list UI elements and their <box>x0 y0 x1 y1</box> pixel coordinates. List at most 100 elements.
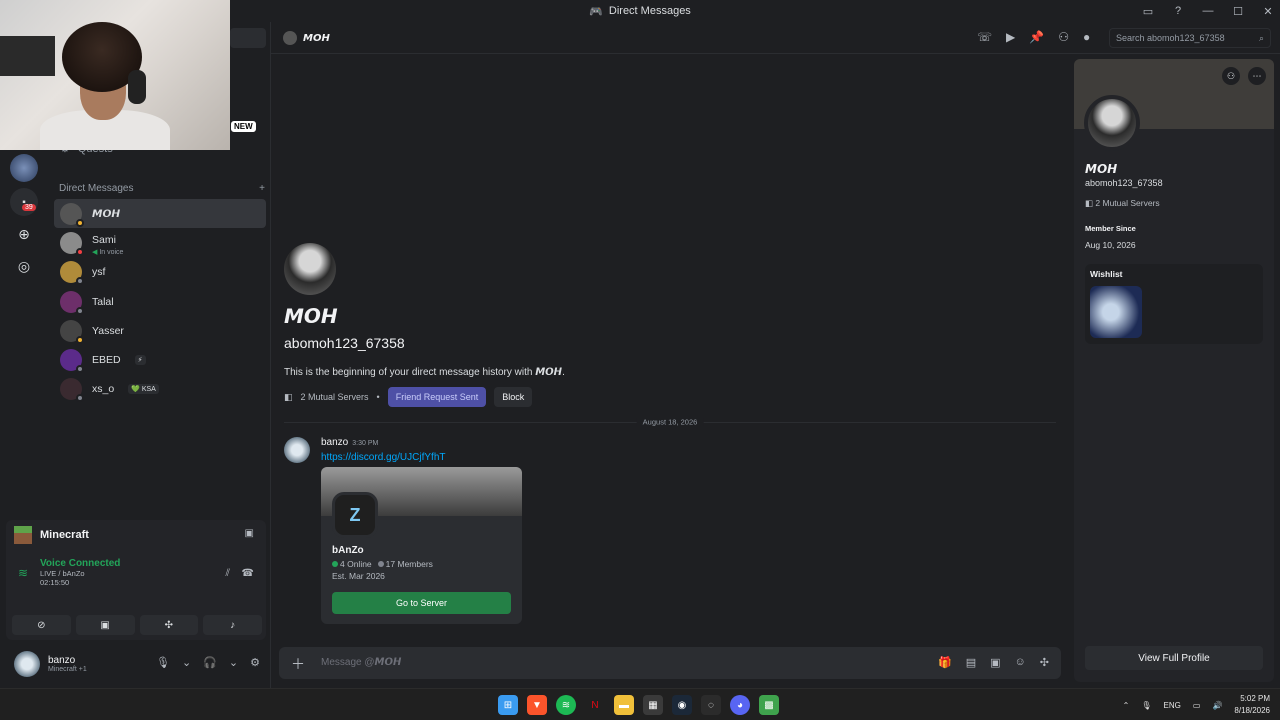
headphones-icon[interactable]: 🎧 <box>203 656 217 669</box>
status-offline-icon <box>76 365 84 374</box>
dm-item[interactable]: Yasser <box>54 316 266 345</box>
noise-suppression-icon[interactable]: ⫽ <box>226 568 230 579</box>
find-conversation-input[interactable] <box>230 28 266 48</box>
avatar <box>60 290 84 315</box>
close-button[interactable]: ✕ <box>1260 5 1276 18</box>
network-icon[interactable]: ▭ <box>1193 701 1201 710</box>
inbox-icon[interactable]: ▭ <box>1140 5 1156 18</box>
pin-icon[interactable]: 📌 <box>1029 30 1044 44</box>
mutual-servers-link[interactable]: 2 Mutual Servers <box>301 392 369 402</box>
phone-icon[interactable]: ☏ <box>977 30 992 44</box>
wishlist-item[interactable] <box>1090 286 1142 338</box>
message-timestamp: 3:30 PM <box>352 440 379 447</box>
chevron-down-icon[interactable]: ⌄ <box>182 656 191 669</box>
sticker-icon[interactable]: ▣ <box>990 656 1000 669</box>
message-input[interactable]: Message @𝙈𝙊𝙃 <box>321 657 401 668</box>
emoji-icon[interactable]: ☺ <box>1015 656 1026 669</box>
activity-game-name: Minecraft <box>40 529 89 541</box>
screen-share-icon[interactable]: ▣ <box>245 528 254 539</box>
windows-start-icon[interactable]: ⊞ <box>498 695 518 715</box>
friend-request-sent-button[interactable]: Friend Request Sent <box>387 387 487 407</box>
dm-item[interactable]: xs_o 💚 KSA <box>54 375 266 404</box>
discord-window: 🎮 Direct Messages ▭ ? — ☐ ✕ NEW ▪ 39 ⊕ ◎… <box>0 0 1280 688</box>
message-author[interactable]: banzo <box>321 437 348 448</box>
avatar <box>60 202 84 227</box>
brave-icon[interactable]: ▼ <box>527 695 547 715</box>
invite-link[interactable]: https://discord.gg/UJCjfYfhT <box>321 452 446 463</box>
camera-off-button[interactable]: ⊘ <box>12 615 71 635</box>
window-title-text: Direct Messages <box>608 5 691 17</box>
chevron-up-icon[interactable]: ⌃ <box>1123 701 1130 710</box>
gear-icon[interactable]: ⚙ <box>250 656 260 669</box>
server-folder-icon[interactable]: ▪ <box>10 188 38 216</box>
search-input[interactable]: Search abomoh123_67358 ⌕ <box>1109 28 1271 48</box>
profile-mutual-servers[interactable]: ◧ 2 Mutual Servers <box>1085 198 1160 209</box>
attach-plus-icon[interactable]: ＋ <box>291 654 305 674</box>
view-full-profile-button[interactable]: View Full Profile <box>1085 646 1263 670</box>
microphone-icon[interactable]: 🎙 <box>156 656 170 669</box>
date-divider-text: August 18, 2026 <box>636 417 704 427</box>
search-placeholder: Search abomoh123_67358 <box>1116 33 1225 43</box>
soundboard-button[interactable]: ♪ <box>203 615 262 635</box>
maximize-button[interactable]: ☐ <box>1230 5 1246 18</box>
add-server-icon[interactable]: ⊕ <box>10 220 38 248</box>
discord-icon[interactable]: ◕ <box>730 695 750 715</box>
gif-icon[interactable]: ▤ <box>966 656 976 669</box>
help-icon[interactable]: ? <box>1170 5 1186 17</box>
webcam-headset <box>128 70 146 104</box>
intro-avatar[interactable] <box>284 243 336 295</box>
apps-icon[interactable]: ✣ <box>1040 656 1049 669</box>
add-friend-icon[interactable]: ⚇ <box>1222 67 1240 85</box>
file-explorer-icon[interactable]: ▬ <box>614 695 634 715</box>
minecraft-icon <box>14 526 32 544</box>
dm-name: ysf <box>92 266 106 279</box>
dm-item[interactable]: 𝙈𝙊𝙃 <box>54 199 266 229</box>
dm-item[interactable]: Sami ◀ In voice <box>54 228 266 257</box>
app-icon[interactable]: ◌ <box>701 695 721 715</box>
video-icon[interactable]: ▶ <box>1006 30 1015 44</box>
dm-name: EBED <box>92 354 121 367</box>
date-divider: August 18, 2026 <box>284 417 1056 427</box>
minimize-button[interactable]: — <box>1200 5 1216 17</box>
share-screen-button[interactable]: ▣ <box>75 615 135 635</box>
signal-icon[interactable]: ≋ <box>18 566 28 580</box>
avatar[interactable] <box>284 437 310 463</box>
user-profile-icon[interactable]: ● <box>1083 30 1090 44</box>
create-dm-button[interactable]: + <box>259 183 265 194</box>
system-tray: ⌃ 🎙 ENG ▭ 🔊 5:02 PM 8/18/2026 <box>1123 693 1270 717</box>
block-button[interactable]: Block <box>494 387 533 407</box>
server-icon[interactable] <box>10 154 38 182</box>
more-options-icon[interactable]: ⋯ <box>1248 67 1266 85</box>
language-indicator[interactable]: ENG <box>1164 701 1181 710</box>
window-title: 🎮 Direct Messages <box>589 5 691 18</box>
user-info[interactable]: banzo Minecraft +1 <box>48 655 87 673</box>
go-to-server-button[interactable]: Go to Server <box>332 592 511 614</box>
composer-actions: 🎁 ▤ ▣ ☺ ✣ <box>938 656 1049 669</box>
voice-channel[interactable]: LIVE / bAnZo <box>40 569 120 578</box>
activities-button[interactable]: ✣ <box>139 615 199 635</box>
store-icon[interactable]: ▦ <box>643 695 663 715</box>
avatar[interactable] <box>14 651 40 677</box>
dm-item[interactable]: ysf <box>54 258 266 287</box>
dm-item[interactable]: Talal <box>54 287 266 316</box>
minecraft-icon[interactable]: ▩ <box>759 695 779 715</box>
volume-icon[interactable]: 🔊 <box>1212 701 1222 710</box>
netflix-icon[interactable]: N <box>585 695 605 715</box>
clock[interactable]: 5:02 PM 8/18/2026 <box>1234 693 1270 717</box>
disconnect-icon[interactable]: ☎ <box>242 568 254 579</box>
profile-avatar[interactable] <box>1084 95 1140 151</box>
intro-text: This is the beginning of your direct mes… <box>284 367 565 378</box>
chevron-down-icon[interactable]: ⌄ <box>229 656 238 669</box>
activity-game[interactable]: Minecraft <box>14 526 89 544</box>
message-composer[interactable]: ＋ Message @𝙈𝙊𝙃 🎁 ▤ ▣ ☺ ✣ <box>279 647 1061 679</box>
status-idle-icon <box>76 218 84 227</box>
microphone-icon[interactable]: 🎙 <box>1141 701 1151 710</box>
gift-icon[interactable]: 🎁 <box>938 656 952 669</box>
user-controls: 🎙 ⌄ 🎧 ⌄ ⚙ <box>156 656 260 669</box>
explore-icon[interactable]: ◎ <box>10 252 38 280</box>
dm-item[interactable]: EBED ⚡ <box>54 345 266 374</box>
status-offline-icon <box>76 394 84 403</box>
spotify-icon[interactable]: ≋ <box>556 695 576 715</box>
steam-icon[interactable]: ◉ <box>672 695 692 715</box>
add-friend-icon[interactable]: ⚇ <box>1058 30 1069 44</box>
